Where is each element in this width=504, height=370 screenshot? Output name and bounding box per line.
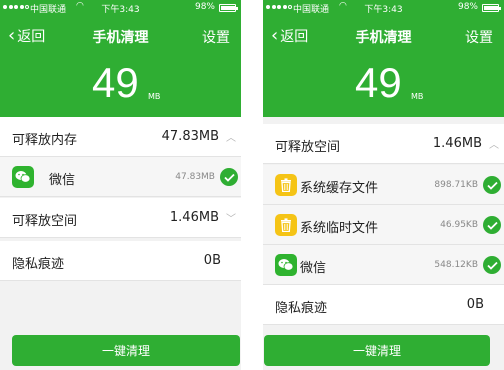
check-icon[interactable] <box>483 216 501 234</box>
list-item[interactable]: 系统缓存文件 898.71KB <box>263 165 504 205</box>
battery-icon <box>482 4 501 12</box>
privacy-label: 隐私痕迹 <box>275 301 328 316</box>
phone-cleaner-screen-space: 中国联通 ◠ 下午3:43 98% ‹ 返回 手机清理 设置 49 MB 可释放… <box>263 0 504 370</box>
back-button[interactable]: ‹ 返回 <box>8 26 45 46</box>
trash-icon <box>275 174 297 196</box>
chevron-down-icon: ﹀ <box>226 214 236 225</box>
phone-cleaner-screen-memory: 中国联通 ◠ 下午3:43 98% ‹ 返回 手机清理 设置 49 MB 可释放… <box>0 0 241 370</box>
check-icon[interactable] <box>220 168 238 186</box>
wechat-icon <box>12 166 34 188</box>
memory-value: 47.83MB <box>161 129 219 144</box>
app-name: 微信 <box>49 173 76 188</box>
item-size: 47.83MB <box>175 172 215 182</box>
back-label: 返回 <box>17 29 46 45</box>
privacy-label: 隐私痕迹 <box>12 257 65 272</box>
privacy-value: 0B <box>466 297 484 312</box>
list-item[interactable]: 微信 548.12KB <box>263 245 504 285</box>
battery-percent: 98% <box>457 2 478 12</box>
list-item[interactable]: 微信 47.83MB <box>0 157 241 197</box>
battery-percent: 98% <box>194 2 215 12</box>
chevron-left-icon: ‹ <box>8 25 16 46</box>
settings-button[interactable]: 设置 <box>465 27 493 47</box>
chevron-up-icon: ︿ <box>489 140 499 151</box>
battery-icon <box>219 4 238 12</box>
cleanable-total-value: 49 <box>355 59 402 106</box>
space-value: 1.46MB <box>432 136 482 151</box>
cleanable-total-unit: MB <box>411 92 424 101</box>
privacy-section-header[interactable]: 隐私痕迹 0B <box>0 241 241 281</box>
item-size: 548.12KB <box>434 260 478 270</box>
settings-button[interactable]: 设置 <box>202 27 230 47</box>
list-item[interactable]: 系统临时文件 46.95KB <box>263 205 504 245</box>
summary-header: ‹ 返回 手机清理 设置 49 MB <box>263 16 504 117</box>
status-bar: 中国联通 ◠ 下午3:43 98% <box>0 0 241 16</box>
trash-icon <box>275 214 297 236</box>
back-label: 返回 <box>280 29 309 45</box>
privacy-section-header[interactable]: 隐私痕迹 0B <box>263 285 504 325</box>
summary-header: ‹ 返回 手机清理 设置 49 MB <box>0 16 241 117</box>
cleanable-total-unit: MB <box>148 92 161 101</box>
cleanable-total-value: 49 <box>92 59 139 106</box>
check-icon[interactable] <box>483 256 501 274</box>
check-icon[interactable] <box>483 176 501 194</box>
space-label: 可释放空间 <box>275 140 341 155</box>
chevron-left-icon: ‹ <box>271 25 279 46</box>
item-name: 系统缓存文件 <box>300 181 379 196</box>
wechat-icon <box>275 254 297 276</box>
chevron-up-icon: ︿ <box>226 133 236 144</box>
one-tap-clean-button[interactable]: 一键清理 <box>264 335 490 366</box>
one-tap-clean-button[interactable]: 一键清理 <box>12 335 240 366</box>
privacy-value: 0B <box>203 253 221 268</box>
item-size: 898.71KB <box>434 180 478 190</box>
space-section-header[interactable]: 可释放空间 1.46MB ﹀ <box>0 198 241 238</box>
status-bar: 中国联通 ◠ 下午3:43 98% <box>263 0 504 16</box>
space-label: 可释放空间 <box>12 214 78 229</box>
item-name: 微信 <box>300 261 327 276</box>
memory-section-header[interactable]: 可释放内存 47.83MB ︿ <box>0 117 241 157</box>
memory-label: 可释放内存 <box>12 133 78 148</box>
back-button[interactable]: ‹ 返回 <box>271 26 308 46</box>
space-section-header[interactable]: 可释放空间 1.46MB ︿ <box>263 124 504 164</box>
item-size: 46.95KB <box>440 220 478 230</box>
space-value: 1.46MB <box>169 210 219 225</box>
item-name: 系统临时文件 <box>300 221 379 236</box>
